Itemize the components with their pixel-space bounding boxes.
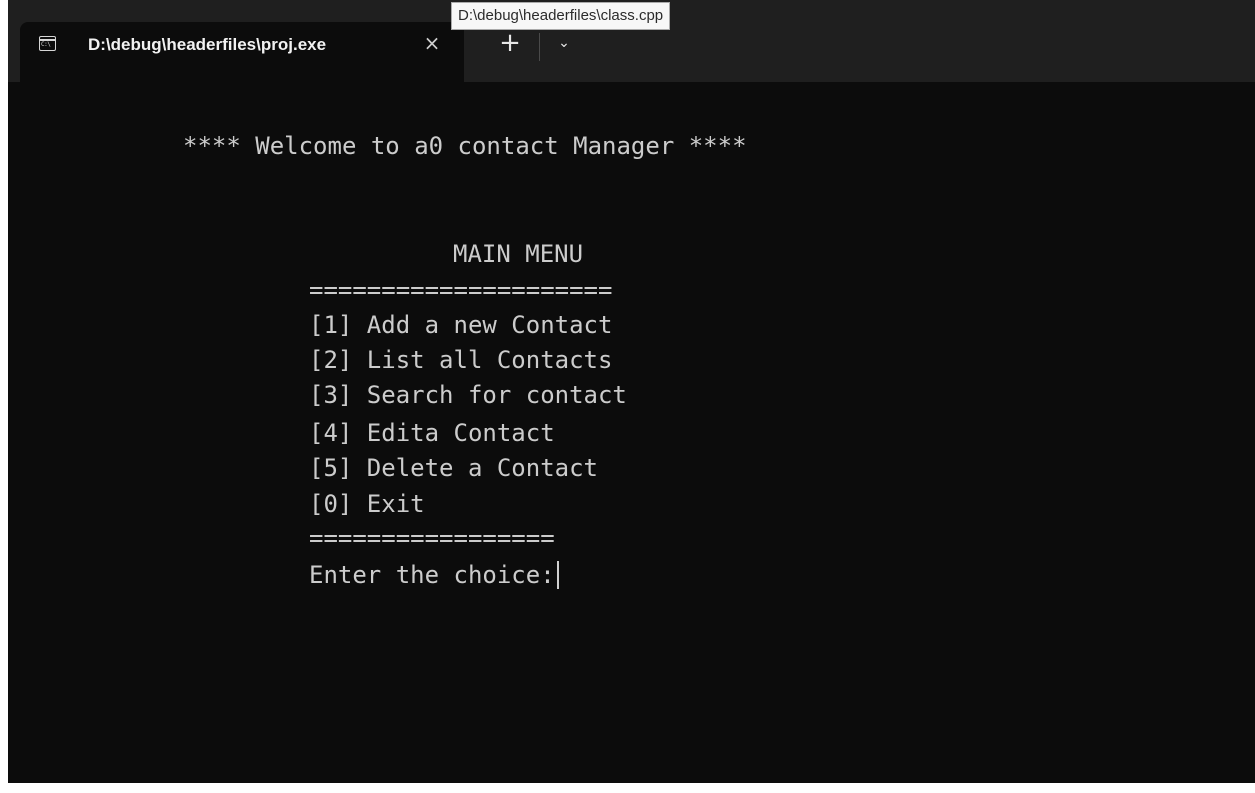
tab-divider bbox=[539, 33, 540, 61]
welcome-banner: **** Welcome to a0 contact Manager **** bbox=[183, 132, 747, 160]
menu-title: MAIN MENU bbox=[453, 240, 584, 268]
menu-item-exit: [0] Exit bbox=[309, 490, 425, 518]
text-cursor bbox=[556, 561, 559, 589]
chevron-down-icon[interactable]: ⌄ bbox=[553, 30, 575, 56]
menu-item-edit: [4] Edita Contact bbox=[309, 419, 555, 447]
menu-item-add: [1] Add a new Contact bbox=[309, 311, 613, 339]
terminal-window: C:\ D:\debug\headerfiles\proj.exe × + ⌄ … bbox=[8, 0, 1255, 783]
tab-proj-exe[interactable]: C:\ D:\debug\headerfiles\proj.exe × bbox=[20, 22, 464, 82]
console-output[interactable]: **** Welcome to a0 contact Manager **** … bbox=[8, 82, 1255, 783]
console-icon: C:\ bbox=[39, 36, 56, 51]
prompt-text: Enter the choice: bbox=[309, 561, 555, 589]
menu-item-search: [3] Search for contact bbox=[309, 381, 627, 409]
console-icon-label: C:\ bbox=[41, 41, 51, 48]
menu-item-delete: [5] Delete a Contact bbox=[309, 454, 598, 482]
close-icon[interactable]: × bbox=[420, 31, 444, 55]
menu-item-list: [2] List all Contacts bbox=[309, 346, 613, 374]
tab-title: D:\debug\headerfiles\proj.exe bbox=[88, 35, 327, 54]
new-tab-button[interactable]: + bbox=[495, 27, 525, 61]
tab-tooltip: D:\debug\headerfiles\class.cpp bbox=[451, 2, 671, 30]
menu-separator-bottom: ================= bbox=[309, 524, 555, 552]
prompt-line[interactable]: Enter the choice: bbox=[309, 560, 559, 590]
menu-separator-top: ===================== bbox=[309, 276, 613, 304]
